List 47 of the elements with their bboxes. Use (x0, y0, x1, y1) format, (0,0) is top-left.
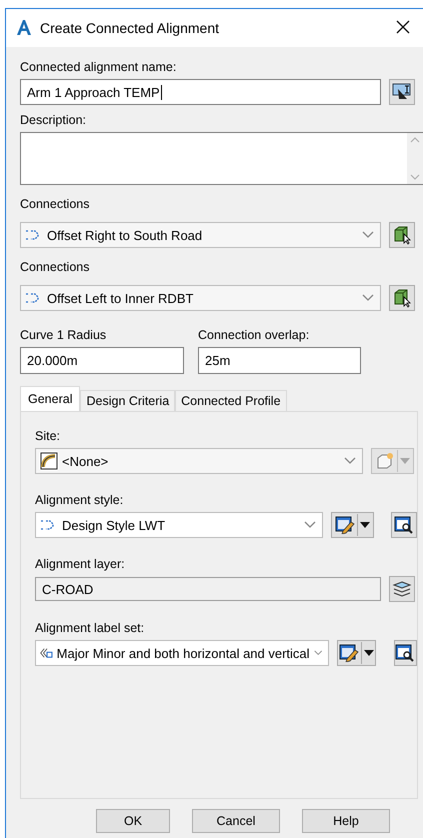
preview-button[interactable] (391, 512, 417, 538)
close-icon (396, 20, 410, 34)
edit-style-button[interactable] (337, 640, 376, 666)
connection-dropdown[interactable]: Offset Right to South Road (20, 222, 381, 248)
field-label: Connections (20, 197, 90, 211)
style-dropdown[interactable]: Design Style LWT (35, 512, 324, 538)
preview-button[interactable] (394, 640, 418, 666)
layer-field[interactable]: C-ROAD (35, 577, 381, 601)
field-label: Curve 1 Radius (20, 328, 108, 342)
tab[interactable]: Connected Profile (175, 390, 287, 411)
site-icon (40, 452, 58, 470)
dialog-button[interactable]: Cancel (192, 809, 280, 833)
connection-dropdown[interactable]: Offset Left to Inner RDBT (20, 285, 381, 311)
overlap-field[interactable]: 25m (198, 347, 361, 374)
edit-style-button[interactable] (331, 512, 374, 538)
dialog-button[interactable]: Help (302, 809, 390, 833)
field-label: Site: (35, 429, 62, 443)
field-label: Alignment style: (35, 493, 124, 507)
new-object-icon (375, 451, 395, 471)
app-logo-icon (16, 19, 32, 37)
layers-button[interactable] (389, 576, 415, 602)
caret-icon (400, 458, 410, 464)
caret-icon (360, 522, 370, 528)
dialog-button[interactable]: OK (96, 809, 170, 833)
radius-field[interactable]: 20.000m (20, 347, 184, 374)
field-label: Connection overlap: (198, 328, 310, 342)
edit-icon (338, 644, 359, 662)
site-dropdown[interactable]: <None> (35, 448, 363, 474)
caret-icon (364, 650, 374, 656)
tab[interactable]: General (20, 386, 80, 411)
field-label: Connected alignment name: (20, 60, 178, 74)
select-object-button[interactable] (389, 222, 415, 248)
tab[interactable]: Design Criteria (80, 390, 176, 411)
scroll-up-icon (410, 137, 420, 143)
window-title: Create Connected Alignment (40, 20, 220, 36)
field-label: Description: (20, 113, 87, 127)
select-object-button[interactable] (389, 285, 415, 311)
label-set-dropdown[interactable]: Major Minor and both horizontal and vertical (35, 640, 329, 666)
edit-icon (334, 516, 355, 534)
pick-name-button[interactable] (389, 79, 415, 105)
field-label: Alignment label set: (35, 621, 146, 635)
field-label: Connections (20, 260, 90, 274)
scroll-down-icon (410, 174, 420, 180)
field-label: Alignment layer: (35, 557, 126, 571)
name-field[interactable]: Arm 1 Approach TEMP (20, 79, 381, 105)
create-site-button[interactable] (371, 448, 414, 474)
description-field[interactable] (20, 132, 423, 185)
